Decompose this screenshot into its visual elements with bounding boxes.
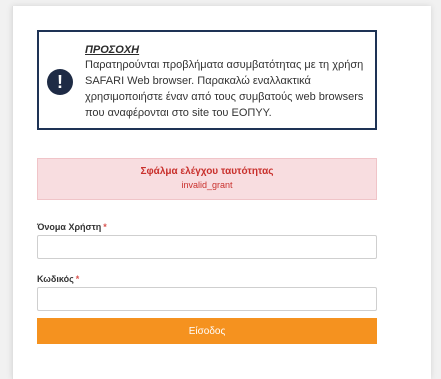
exclamation-circle-icon: ! [47,69,73,95]
username-label: Όνομα Χρήστη * [37,222,107,232]
required-marker: * [75,274,80,284]
password-label: Κωδικός * [37,274,79,284]
password-input[interactable] [37,287,377,311]
error-alert: Σφάλμα ελέγχου ταυτότητας invalid_grant [37,158,377,200]
password-label-text: Κωδικός [37,274,74,284]
required-marker: * [103,222,107,232]
error-detail: invalid_grant [181,180,233,190]
warning-message: Παρατηρούνται προβλήματα ασυμβατότητας μ… [85,59,364,119]
error-title: Σφάλμα ελέγχου ταυτότητας [140,166,274,177]
warning-box: ! ΠΡΟΣΟΧΗ Παρατηρούνται προβλήματα ασυμβ… [37,30,377,130]
username-label-text: Όνομα Χρήστη [37,222,102,232]
login-button[interactable]: Είσοδος [37,318,377,344]
warning-title: ΠΡΟΣΟΧΗ [85,44,140,56]
username-input[interactable] [37,235,377,259]
